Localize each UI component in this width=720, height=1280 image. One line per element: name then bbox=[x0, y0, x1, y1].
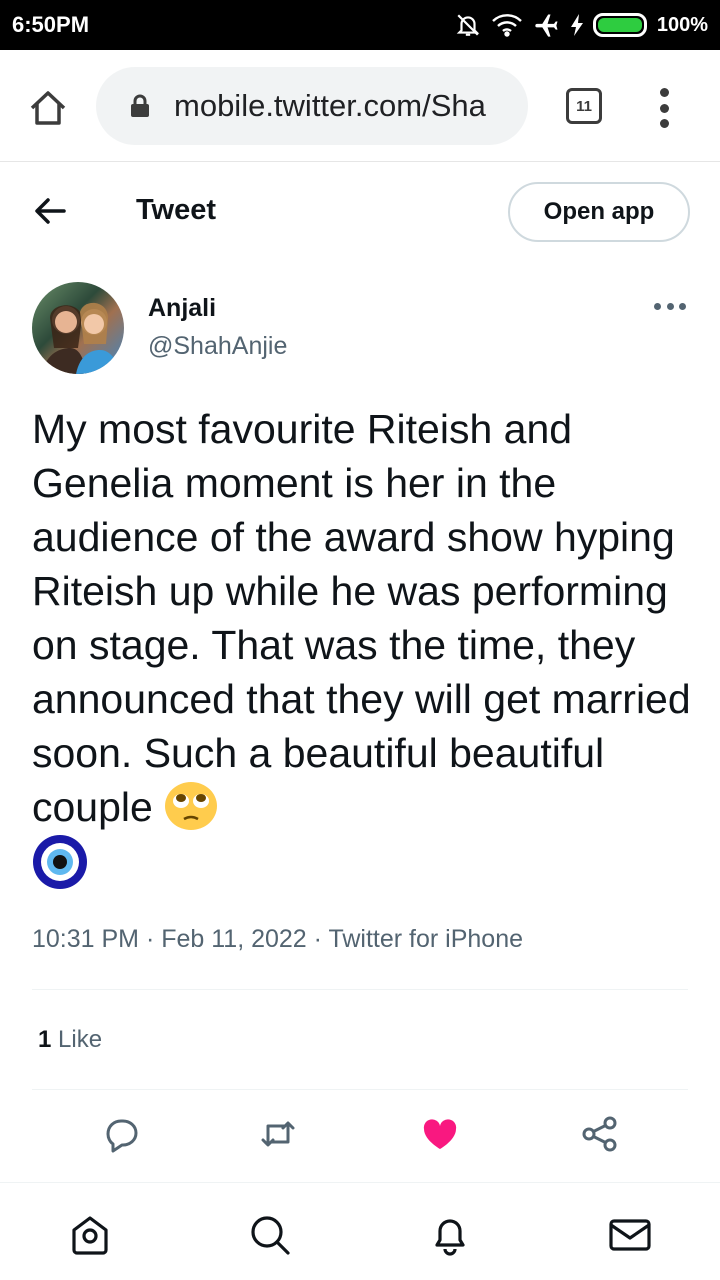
browser-toolbar: mobile.twitter.com/Sha 11 bbox=[0, 50, 720, 162]
arrow-left-icon[interactable] bbox=[34, 196, 68, 226]
bell-muted-icon bbox=[456, 14, 480, 36]
wifi-icon bbox=[492, 14, 522, 37]
like-count-value: 1 bbox=[38, 1026, 52, 1053]
home-icon[interactable] bbox=[68, 1213, 112, 1257]
tweet-header: Tweet Open app bbox=[0, 162, 720, 262]
like-count[interactable]: 1 Like bbox=[38, 1026, 102, 1054]
open-app-button[interactable]: Open app bbox=[508, 182, 690, 242]
tweet-text: My most favourite Riteish and Genelia mo… bbox=[32, 402, 692, 890]
status-icons: 100% bbox=[455, 11, 708, 39]
airplane-icon bbox=[535, 14, 558, 37]
like-count-label: Like bbox=[58, 1026, 103, 1053]
bell-icon[interactable] bbox=[428, 1213, 472, 1257]
divider bbox=[32, 1089, 688, 1090]
url-text: mobile.twitter.com/Sha bbox=[174, 88, 486, 123]
nazar-amulet-icon bbox=[33, 835, 87, 889]
author-name[interactable]: Anjali bbox=[148, 294, 216, 323]
author-handle[interactable]: @ShahAnjie bbox=[148, 332, 287, 361]
bottom-navigation bbox=[0, 1182, 720, 1280]
page-title: Tweet bbox=[136, 194, 217, 226]
divider bbox=[32, 989, 688, 990]
pleading-face-icon bbox=[165, 782, 218, 830]
home-icon[interactable] bbox=[28, 88, 68, 128]
browser-menu-icon[interactable] bbox=[654, 88, 674, 128]
heart-icon[interactable] bbox=[420, 1114, 460, 1154]
retweet-icon[interactable] bbox=[258, 1114, 298, 1154]
lock-icon bbox=[131, 94, 149, 117]
status-bar: 6:50PM 100% bbox=[0, 0, 720, 50]
share-icon[interactable] bbox=[580, 1114, 620, 1154]
reply-icon[interactable] bbox=[100, 1114, 140, 1154]
charging-icon bbox=[570, 14, 583, 36]
battery-level bbox=[597, 18, 642, 32]
tweet-timestamp[interactable]: 10:31 PM · Feb 11, 2022 · Twitter for iP… bbox=[32, 925, 523, 954]
battery-icon bbox=[592, 13, 647, 37]
tab-switcher-button[interactable]: 11 bbox=[566, 88, 602, 124]
battery-percent: 100% bbox=[656, 13, 708, 36]
more-horizontal-icon[interactable] bbox=[654, 303, 686, 313]
tweet-body: My most favourite Riteish and Genelia mo… bbox=[32, 406, 691, 830]
avatar[interactable] bbox=[32, 282, 124, 374]
status-time: 6:50PM bbox=[12, 12, 90, 37]
address-bar[interactable]: mobile.twitter.com/Sha bbox=[96, 67, 528, 145]
mail-icon[interactable] bbox=[608, 1213, 652, 1257]
avatar-photo bbox=[42, 302, 120, 374]
search-icon[interactable] bbox=[248, 1213, 292, 1257]
